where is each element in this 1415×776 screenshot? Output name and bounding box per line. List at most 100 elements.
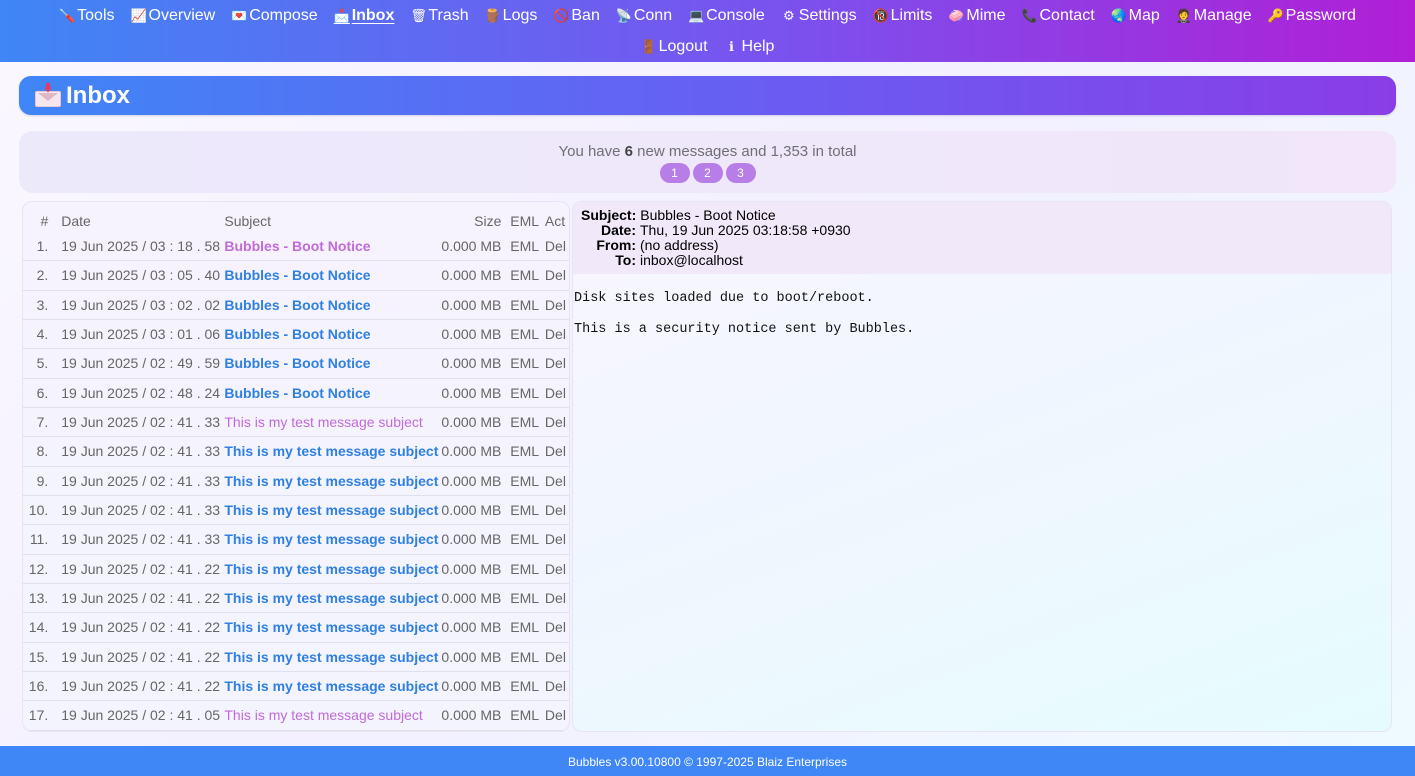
eml-download-link[interactable]: EML: [505, 291, 541, 320]
eml-download-link[interactable]: EML: [505, 643, 541, 672]
eml-download-link[interactable]: EML: [505, 320, 541, 350]
delete-link[interactable]: Del: [540, 496, 569, 526]
subject-link[interactable]: This is my test message subject: [224, 473, 438, 489]
nav-contact[interactable]: 📞 Contact: [1022, 5, 1095, 27]
table-row[interactable]: 9. 19 Jun 2025 / 02 : 41 . 33 This is my t…: [23, 467, 569, 496]
table-row[interactable]: 1. 19 Jun 2025 / 03 : 18 . 58 Bubbles - Bo…: [23, 232, 569, 262]
eml-download-link[interactable]: EML: [505, 467, 541, 496]
subject-link[interactable]: This is my test message subject: [224, 707, 422, 723]
eml-download-link[interactable]: EML: [505, 525, 541, 555]
nav-limits[interactable]: 🔞 Limits: [873, 5, 933, 27]
eml-download-link[interactable]: EML: [505, 437, 541, 467]
eml-download-link[interactable]: EML: [505, 261, 541, 291]
nav-ban[interactable]: 🚫 Ban: [553, 5, 599, 27]
delete-link[interactable]: Del: [540, 525, 569, 555]
row-size: 0.000 MB: [438, 643, 506, 672]
subject-link[interactable]: This is my test message subject: [224, 414, 422, 430]
page-button-3[interactable]: 3: [725, 163, 756, 183]
table-row[interactable]: 3. 19 Jun 2025 / 03 : 02 . 02 Bubbles - Bo…: [23, 291, 569, 320]
table-row[interactable]: 6. 19 Jun 2025 / 02 : 48 . 24 Bubbles - Bo…: [23, 379, 569, 408]
eml-download-link[interactable]: EML: [505, 349, 541, 379]
delete-link[interactable]: Del: [540, 701, 569, 731]
subject-link[interactable]: Bubbles - Boot Notice: [224, 385, 370, 401]
eml-download-link[interactable]: EML: [505, 672, 541, 702]
nav-compose[interactable]: 💌 Compose: [231, 5, 317, 27]
subject-link[interactable]: This is my test message subject: [224, 531, 438, 547]
door-icon: 🚪: [640, 39, 657, 54]
page-button-1[interactable]: 1: [659, 163, 690, 183]
table-row[interactable]: 2. 19 Jun 2025 / 03 : 05 . 40 Bubbles - Bo…: [23, 261, 569, 291]
table-row[interactable]: 5. 19 Jun 2025 / 02 : 49 . 59 Bubbles - Bo…: [23, 349, 569, 379]
subject-link[interactable]: This is my test message subject: [224, 590, 438, 606]
col-header-size[interactable]: Size: [438, 202, 505, 232]
col-header-date[interactable]: Date: [55, 202, 221, 232]
nav-console[interactable]: 💻 Console: [688, 5, 765, 27]
eml-download-link[interactable]: EML: [505, 613, 541, 643]
nav-mime[interactable]: 🧼 Mime: [948, 5, 1005, 27]
nav-password[interactable]: 🔑 Password: [1268, 5, 1356, 27]
subject-link[interactable]: This is my test message subject: [224, 443, 438, 459]
eml-download-link[interactable]: EML: [505, 496, 541, 526]
delete-link[interactable]: Del: [540, 613, 569, 643]
delete-link[interactable]: Del: [540, 408, 569, 438]
row-number: 12.: [23, 555, 56, 584]
eml-download-link[interactable]: EML: [505, 408, 541, 438]
date-label: Date:: [600, 222, 636, 238]
eml-download-link[interactable]: EML: [505, 379, 541, 408]
delete-link[interactable]: Del: [540, 584, 569, 614]
nav-conn[interactable]: 📡 Conn: [616, 5, 672, 27]
table-row[interactable]: 17. 19 Jun 2025 / 02 : 41 . 05 This is my …: [23, 701, 569, 731]
col-header-subject[interactable]: Subject: [221, 202, 438, 232]
nav-label: Compose: [249, 7, 318, 24]
page-button-2[interactable]: 2: [692, 163, 723, 183]
nav-map[interactable]: 🌏 Map: [1111, 5, 1160, 27]
subject-link[interactable]: This is my test message subject: [224, 502, 438, 518]
delete-link[interactable]: Del: [540, 232, 569, 262]
delete-link[interactable]: Del: [540, 379, 569, 408]
subject-link[interactable]: This is my test message subject: [224, 561, 438, 577]
row-number: 2.: [23, 261, 56, 291]
nav-inbox[interactable]: 📩 Inbox: [334, 5, 395, 27]
delete-link[interactable]: Del: [540, 291, 569, 320]
table-row[interactable]: 8. 19 Jun 2025 / 02 : 41 . 33 This is my t…: [23, 437, 569, 467]
table-row[interactable]: 15. 19 Jun 2025 / 02 : 41 . 22 This is my …: [23, 643, 569, 672]
delete-link[interactable]: Del: [540, 643, 569, 672]
subject-link[interactable]: Bubbles - Boot Notice: [224, 326, 370, 342]
nav-trash[interactable]: 🗑 Trash: [410, 5, 468, 27]
table-row[interactable]: 13. 19 Jun 2025 / 02 : 41 . 22 This is my …: [23, 584, 569, 614]
subject-link[interactable]: Bubbles - Boot Notice: [224, 297, 370, 313]
delete-link[interactable]: Del: [540, 437, 569, 467]
row-number: 13.: [23, 584, 56, 614]
subject-link[interactable]: Bubbles - Boot Notice: [224, 267, 370, 283]
nav-logout[interactable]: 🚪 Logout: [641, 36, 708, 58]
table-row[interactable]: 4. 19 Jun 2025 / 03 : 01 . 06 Bubbles - Bo…: [23, 320, 569, 350]
nav-overview[interactable]: 📈 Overview: [131, 5, 216, 27]
subject-link[interactable]: This is my test message subject: [224, 649, 438, 665]
subject-link[interactable]: This is my test message subject: [224, 678, 438, 694]
subject-link[interactable]: Bubbles - Boot Notice: [224, 238, 370, 254]
delete-link[interactable]: Del: [540, 467, 569, 496]
delete-link[interactable]: Del: [540, 555, 569, 584]
table-row[interactable]: 7. 19 Jun 2025 / 02 : 41 . 33 This is my t…: [23, 408, 569, 438]
table-row[interactable]: 11. 19 Jun 2025 / 02 : 41 . 33 This is my …: [23, 525, 569, 555]
delete-link[interactable]: Del: [540, 349, 569, 379]
delete-link[interactable]: Del: [540, 672, 569, 702]
table-row[interactable]: 14. 19 Jun 2025 / 02 : 41 . 22 This is my …: [23, 613, 569, 643]
table-row[interactable]: 12. 19 Jun 2025 / 02 : 41 . 22 This is my …: [23, 555, 569, 584]
nav-tools[interactable]: 🪛 Tools: [59, 5, 114, 27]
subject-link[interactable]: Bubbles - Boot Notice: [224, 355, 370, 371]
row-size: 0.000 MB: [438, 261, 506, 291]
eml-download-link[interactable]: EML: [505, 232, 541, 262]
table-row[interactable]: 16. 19 Jun 2025 / 02 : 41 . 22 This is my …: [23, 672, 569, 702]
delete-link[interactable]: Del: [540, 261, 569, 291]
subject-link[interactable]: This is my test message subject: [224, 619, 438, 635]
eml-download-link[interactable]: EML: [505, 555, 541, 584]
table-row[interactable]: 10. 19 Jun 2025 / 02 : 41 . 33 This is my …: [23, 496, 569, 526]
eml-download-link[interactable]: EML: [505, 584, 541, 614]
eml-download-link[interactable]: EML: [505, 701, 541, 731]
nav-logs[interactable]: 🪵 Logs: [485, 5, 538, 27]
nav-settings[interactable]: ⚙ Settings: [781, 5, 857, 27]
nav-manage[interactable]: 🤵 Manage: [1176, 5, 1252, 27]
delete-link[interactable]: Del: [540, 320, 569, 350]
nav-help[interactable]: ℹ Help: [724, 36, 774, 58]
